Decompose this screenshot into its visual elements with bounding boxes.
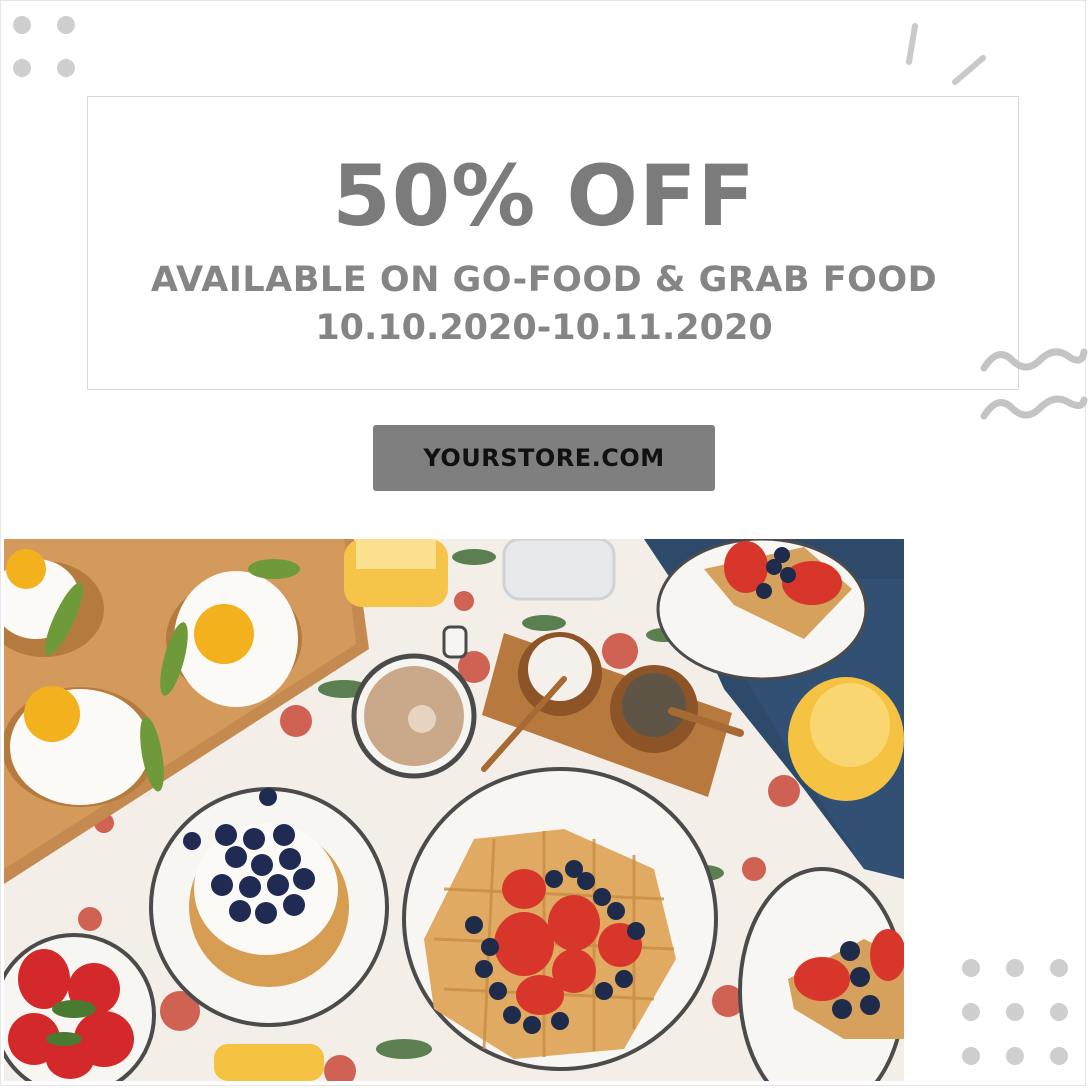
store-link-button[interactable]: YOURSTORE.COM	[373, 425, 715, 491]
wave-decoration	[980, 348, 1088, 420]
breakfast-table-photo	[4, 539, 904, 1081]
availability-text: AVAILABLE ON GO-FOOD & GRAB FOOD	[150, 260, 938, 300]
discount-headline: 50% OFF	[332, 147, 756, 245]
promo-dates: 10.10.2020-10.11.2020	[315, 308, 773, 348]
